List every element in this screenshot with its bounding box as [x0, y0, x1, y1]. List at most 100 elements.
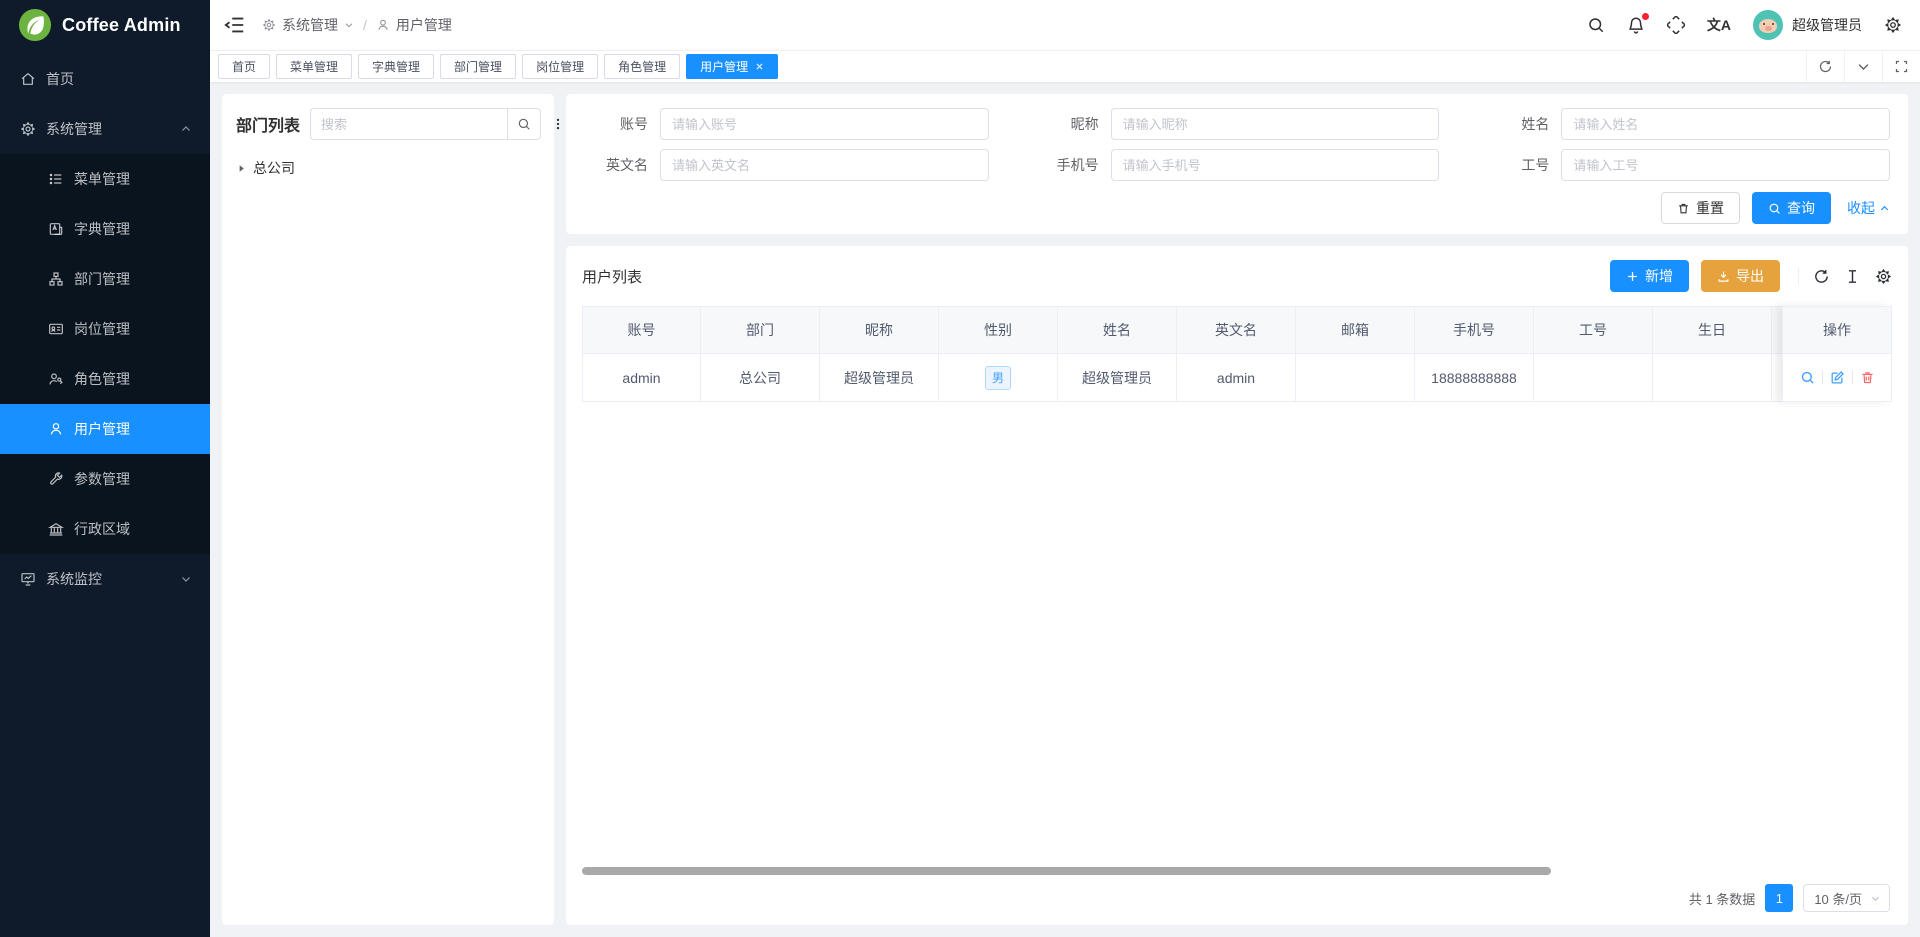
sidebar-item-dict-mgmt[interactable]: 字典管理 [0, 204, 210, 254]
operation-cell-row [1782, 354, 1892, 402]
table-icon-tools [1798, 268, 1892, 285]
query-label: 查询 [1787, 198, 1815, 218]
pagination-total: 共 1 条数据 [1689, 889, 1755, 908]
tab-dict-mgmt[interactable]: 字典管理 [358, 54, 434, 79]
chevron-down-icon [1870, 893, 1881, 904]
delete-icon[interactable] [1860, 370, 1875, 385]
field-label: 英文名 [584, 155, 648, 175]
add-button[interactable]: 新增 [1610, 260, 1689, 292]
view-icon[interactable] [1800, 370, 1815, 385]
sidebar-item-role-mgmt[interactable]: 角色管理 [0, 354, 210, 404]
column-header[interactable]: 生日 [1653, 306, 1772, 354]
sidebar-item-label: 系统监控 [46, 569, 170, 589]
column-header[interactable]: 工号 [1534, 306, 1653, 354]
dept-panel-title: 部门列表 [236, 112, 300, 136]
breadcrumb-separator: / [363, 17, 367, 33]
form-item-nickname: 昵称 [1035, 108, 1440, 140]
query-button[interactable]: 查询 [1752, 192, 1831, 224]
translate-icon[interactable]: 文A [1707, 15, 1731, 35]
search-icon[interactable] [1587, 16, 1605, 34]
menu-fold-icon[interactable] [224, 14, 246, 36]
sidebar-item-user-mgmt[interactable]: 用户管理 [0, 404, 210, 454]
more-options-icon[interactable] [551, 116, 565, 132]
tab-post-mgmt[interactable]: 岗位管理 [522, 54, 598, 79]
sidebar-item-dept-mgmt[interactable]: 部门管理 [0, 254, 210, 304]
tab-home[interactable]: 首页 [218, 54, 270, 79]
sidebar-item-system[interactable]: 系统管理 [0, 104, 210, 154]
export-button[interactable]: 导出 [1701, 260, 1780, 292]
phone-field[interactable] [1111, 149, 1440, 181]
row-height-icon[interactable] [1844, 268, 1861, 285]
name-field[interactable] [1561, 108, 1890, 140]
table-title: 用户列表 [582, 266, 642, 287]
chevron-down-icon[interactable] [1844, 51, 1882, 82]
user-table-card: 用户列表 新增 导出 [566, 246, 1908, 925]
job-number-field[interactable] [1561, 149, 1890, 181]
tree-node-root[interactable]: 总公司 [236, 154, 540, 182]
action-divider [1852, 371, 1853, 384]
fullscreen-icon[interactable] [1667, 16, 1685, 34]
account-field[interactable] [660, 108, 989, 140]
id-card-icon [48, 321, 64, 337]
user-table: 账号 部门 昵称 性别 姓名 英文名 邮箱 手机号 工号 生日 [582, 306, 1892, 879]
scrollbar-thumb[interactable] [582, 867, 1551, 875]
tab-user-mgmt[interactable]: 用户管理 [686, 54, 778, 79]
close-icon[interactable] [755, 62, 764, 71]
topbar-actions: 文A 超级管理员 [1587, 10, 1902, 40]
reset-label: 重置 [1696, 198, 1724, 218]
dept-search-button[interactable] [507, 108, 541, 140]
maximize-icon[interactable] [1882, 51, 1920, 82]
chevron-up-icon [180, 123, 192, 135]
table-row[interactable]: admin 总公司 超级管理员 男 超级管理员 admin 1888888888… [582, 354, 1892, 402]
tabbar-tools [1806, 51, 1920, 82]
reset-button[interactable]: 重置 [1661, 192, 1740, 224]
column-header[interactable]: 账号 [582, 306, 701, 354]
english-name-field[interactable] [660, 149, 989, 181]
page-size-value: 10 条/页 [1814, 889, 1862, 908]
settings-gear-icon[interactable] [1884, 16, 1902, 34]
sidebar-item-monitor[interactable]: 系统监控 [0, 554, 210, 604]
sidebar-item-label: 参数管理 [74, 469, 192, 489]
sidebar-item-label: 行政区域 [74, 519, 192, 539]
sidebar-item-home[interactable]: 首页 [0, 54, 210, 104]
tab-role-mgmt[interactable]: 角色管理 [604, 54, 680, 79]
nickname-field[interactable] [1111, 108, 1440, 140]
sidebar-item-menu-mgmt[interactable]: 菜单管理 [0, 154, 210, 204]
dept-panel: 部门列表 总公司 [222, 94, 554, 925]
column-header[interactable]: 邮箱 [1296, 306, 1415, 354]
collapse-link[interactable]: 收起 [1847, 198, 1890, 218]
sidebar-item-admin-region[interactable]: 行政区域 [0, 504, 210, 554]
column-settings-gear-icon[interactable] [1875, 268, 1892, 285]
column-header[interactable]: 性别 [939, 306, 1058, 354]
refresh-icon[interactable] [1813, 268, 1830, 285]
column-header[interactable]: 部门 [701, 306, 820, 354]
notification-bell-icon[interactable] [1627, 16, 1645, 34]
edit-icon[interactable] [1830, 370, 1845, 385]
tab-label: 首页 [232, 58, 256, 75]
breadcrumb-section[interactable]: 系统管理 [262, 15, 354, 35]
column-header[interactable]: 手机号 [1415, 306, 1534, 354]
breadcrumb-section-label: 系统管理 [282, 15, 338, 35]
dept-search-input[interactable] [310, 108, 507, 140]
tab-label: 用户管理 [700, 58, 748, 75]
search-icon [517, 117, 531, 131]
cell-gender: 男 [939, 354, 1058, 402]
tab-label: 菜单管理 [290, 58, 338, 75]
caret-right-icon[interactable] [236, 163, 247, 174]
column-header[interactable]: 英文名 [1177, 306, 1296, 354]
field-label: 账号 [584, 114, 648, 134]
column-header[interactable]: 昵称 [820, 306, 939, 354]
tab-menu-mgmt[interactable]: 菜单管理 [276, 54, 352, 79]
tab-dept-mgmt[interactable]: 部门管理 [440, 54, 516, 79]
column-header[interactable]: 姓名 [1058, 306, 1177, 354]
sidebar-item-param-mgmt[interactable]: 参数管理 [0, 454, 210, 504]
home-icon [20, 71, 36, 87]
field-label: 昵称 [1035, 114, 1099, 134]
sidebar-item-label: 角色管理 [74, 369, 192, 389]
sidebar-item-post-mgmt[interactable]: 岗位管理 [0, 304, 210, 354]
refresh-icon[interactable] [1806, 51, 1844, 82]
page-button-1[interactable]: 1 [1765, 884, 1793, 912]
user-menu[interactable]: 超级管理员 [1753, 10, 1862, 40]
tab-label: 岗位管理 [536, 58, 584, 75]
page-size-select[interactable]: 10 条/页 [1803, 884, 1890, 912]
